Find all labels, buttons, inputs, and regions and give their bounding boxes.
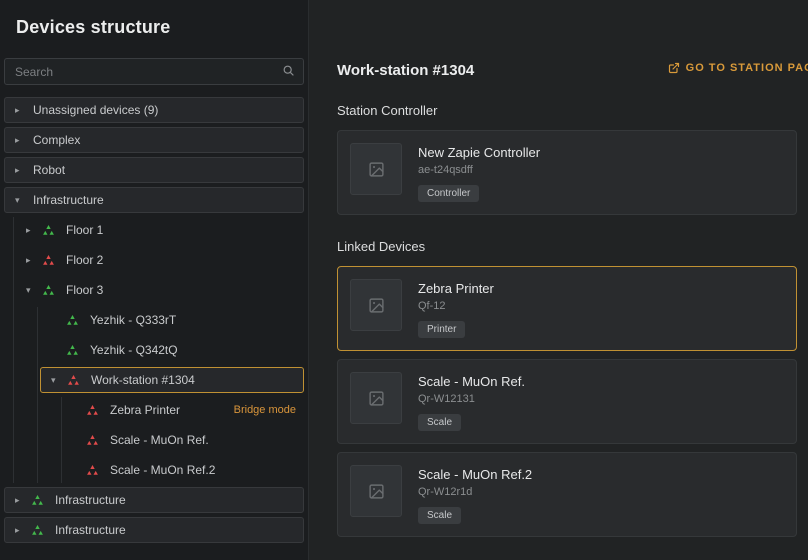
chevron-right-icon[interactable]: ▸ <box>15 495 31 506</box>
device-thumbnail <box>350 372 402 424</box>
device-thumbnail <box>350 143 402 195</box>
device-title: Zebra Printer <box>418 281 494 296</box>
tree-item-label: Zebra Printer <box>110 403 180 417</box>
device-id: Qr-W12131 <box>418 393 525 405</box>
tree-item-floor-1[interactable]: ▸ Floor 1 <box>4 217 304 243</box>
device-status-icon <box>66 345 81 356</box>
controller-card[interactable]: New Zapie Controller ae-t24qsdff Control… <box>337 130 797 215</box>
device-id: ae-t24qsdff <box>418 164 540 176</box>
search-input[interactable] <box>4 58 304 85</box>
chevron-right-icon[interactable]: ▸ <box>26 225 42 236</box>
chevron-down-icon[interactable]: ▾ <box>51 375 67 386</box>
station-detail-pane: Work-station #1304 GO TO STATION PAGE St… <box>308 0 808 560</box>
tree-item-label: Yezhik - Q342tQ <box>90 343 178 357</box>
card-body: New Zapie Controller ae-t24qsdff Control… <box>418 143 540 202</box>
device-title: Scale - MuOn Ref.2 <box>418 467 532 482</box>
image-icon <box>368 390 385 407</box>
go-to-station-page-link[interactable]: GO TO STATION PAGE <box>668 62 808 74</box>
device-status-icon <box>31 525 46 536</box>
go-to-station-page-label: GO TO STATION PAGE <box>686 62 808 74</box>
tree-item-unassigned-devices[interactable]: ▸ Unassigned devices (9) <box>4 97 304 123</box>
tree-item-workstation-1304-selected[interactable]: ▾ Work-station #1304 <box>40 367 304 393</box>
image-icon <box>368 161 385 178</box>
image-icon <box>368 483 385 500</box>
tree-item-label: Floor 1 <box>66 223 103 237</box>
device-status-icon <box>86 465 101 476</box>
device-status-icon <box>31 495 46 506</box>
tree-item-label: Floor 3 <box>66 283 103 297</box>
tree-item-complex[interactable]: ▸ Complex <box>4 127 304 153</box>
tree-item-infrastructure-3[interactable]: ▸ Infrastructure <box>4 517 304 543</box>
tree-item-label: Yezhik - Q333rT <box>90 313 176 327</box>
chevron-right-icon[interactable]: ▸ <box>15 105 31 116</box>
device-status-icon <box>86 405 101 416</box>
linked-devices-list: Zebra Printer Qf-12 Printer Scale - MuOn… <box>337 266 808 537</box>
device-id: Qf-12 <box>418 300 494 312</box>
device-status-icon <box>42 285 57 296</box>
device-status-icon <box>42 255 57 266</box>
tree-item-infrastructure-2[interactable]: ▸ Infrastructure <box>4 487 304 513</box>
card-body: Scale - MuOn Ref.2 Qr-W12r1d Scale <box>418 465 532 524</box>
tree-item-floor-3[interactable]: ▾ Floor 3 <box>4 277 304 303</box>
page-title: Devices structure <box>16 17 308 38</box>
tree-item-label: Robot <box>33 163 65 177</box>
device-status-icon <box>42 225 57 236</box>
tree-item-label: Infrastructure <box>55 493 126 507</box>
card-body: Zebra Printer Qf-12 Printer <box>418 279 494 338</box>
device-status-icon <box>66 315 81 326</box>
tree-item-scale-muon-ref[interactable]: Scale - MuOn Ref. <box>4 427 304 453</box>
linked-device-card-scale-muon-ref[interactable]: Scale - MuOn Ref. Qr-W12131 Scale <box>337 359 797 444</box>
station-controller-heading: Station Controller <box>337 103 808 118</box>
tree-item-label: Scale - MuOn Ref.2 <box>110 463 215 477</box>
tree-item-label: Unassigned devices (9) <box>33 103 158 117</box>
tree-item-label: Work-station #1304 <box>91 373 195 387</box>
device-thumbnail <box>350 465 402 517</box>
device-status-icon <box>86 435 101 446</box>
chevron-right-icon[interactable]: ▸ <box>15 165 31 176</box>
tree-item-floor-2[interactable]: ▸ Floor 2 <box>4 247 304 273</box>
device-tree-pane: Devices structure ▸ Unassigned devices (… <box>0 0 308 560</box>
tree-item-label: Scale - MuOn Ref. <box>110 433 209 447</box>
tree-item-yezhik-q342tq[interactable]: Yezhik - Q342tQ <box>4 337 304 363</box>
tree-item-scale-muon-ref-2[interactable]: Scale - MuOn Ref.2 <box>4 457 304 483</box>
device-type-tag: Controller <box>418 185 479 202</box>
device-type-tag: Printer <box>418 321 465 338</box>
device-type-tag: Scale <box>418 507 461 524</box>
device-title: Scale - MuOn Ref. <box>418 374 525 389</box>
external-link-icon <box>668 62 680 74</box>
device-status-icon <box>67 375 82 386</box>
chevron-right-icon[interactable]: ▸ <box>26 255 42 266</box>
linked-device-card-zebra-printer[interactable]: Zebra Printer Qf-12 Printer <box>337 266 797 351</box>
card-body: Scale - MuOn Ref. Qr-W12131 Scale <box>418 372 525 431</box>
device-title: New Zapie Controller <box>418 145 540 160</box>
tree-item-label: Infrastructure <box>55 523 126 537</box>
device-id: Qr-W12r1d <box>418 486 532 498</box>
device-thumbnail <box>350 279 402 331</box>
linked-devices-heading: Linked Devices <box>337 239 808 254</box>
devices-structure-app: Devices structure ▸ Unassigned devices (… <box>0 0 808 560</box>
tree-item-zebra-printer[interactable]: Zebra Printer Bridge mode <box>4 397 304 423</box>
image-icon <box>368 297 385 314</box>
linked-device-card-scale-muon-ref-2[interactable]: Scale - MuOn Ref.2 Qr-W12r1d Scale <box>337 452 797 537</box>
chevron-right-icon[interactable]: ▸ <box>15 135 31 146</box>
tree-item-infrastructure[interactable]: ▾ Infrastructure <box>4 187 304 213</box>
tree-item-label: Floor 2 <box>66 253 103 267</box>
tree-item-robot[interactable]: ▸ Robot <box>4 157 304 183</box>
tree-item-yezhik-q333rt[interactable]: Yezhik - Q333rT <box>4 307 304 333</box>
search-bar <box>4 58 304 85</box>
tree-item-label: Infrastructure <box>33 193 104 207</box>
chevron-down-icon[interactable]: ▾ <box>15 195 31 206</box>
device-tree: ▸ Unassigned devices (9) ▸ Complex ▸ Rob… <box>0 97 308 543</box>
device-type-tag: Scale <box>418 414 461 431</box>
bridge-mode-badge: Bridge mode <box>234 404 296 416</box>
tree-item-label: Complex <box>33 133 80 147</box>
chevron-down-icon[interactable]: ▾ <box>26 285 42 296</box>
chevron-right-icon[interactable]: ▸ <box>15 525 31 536</box>
